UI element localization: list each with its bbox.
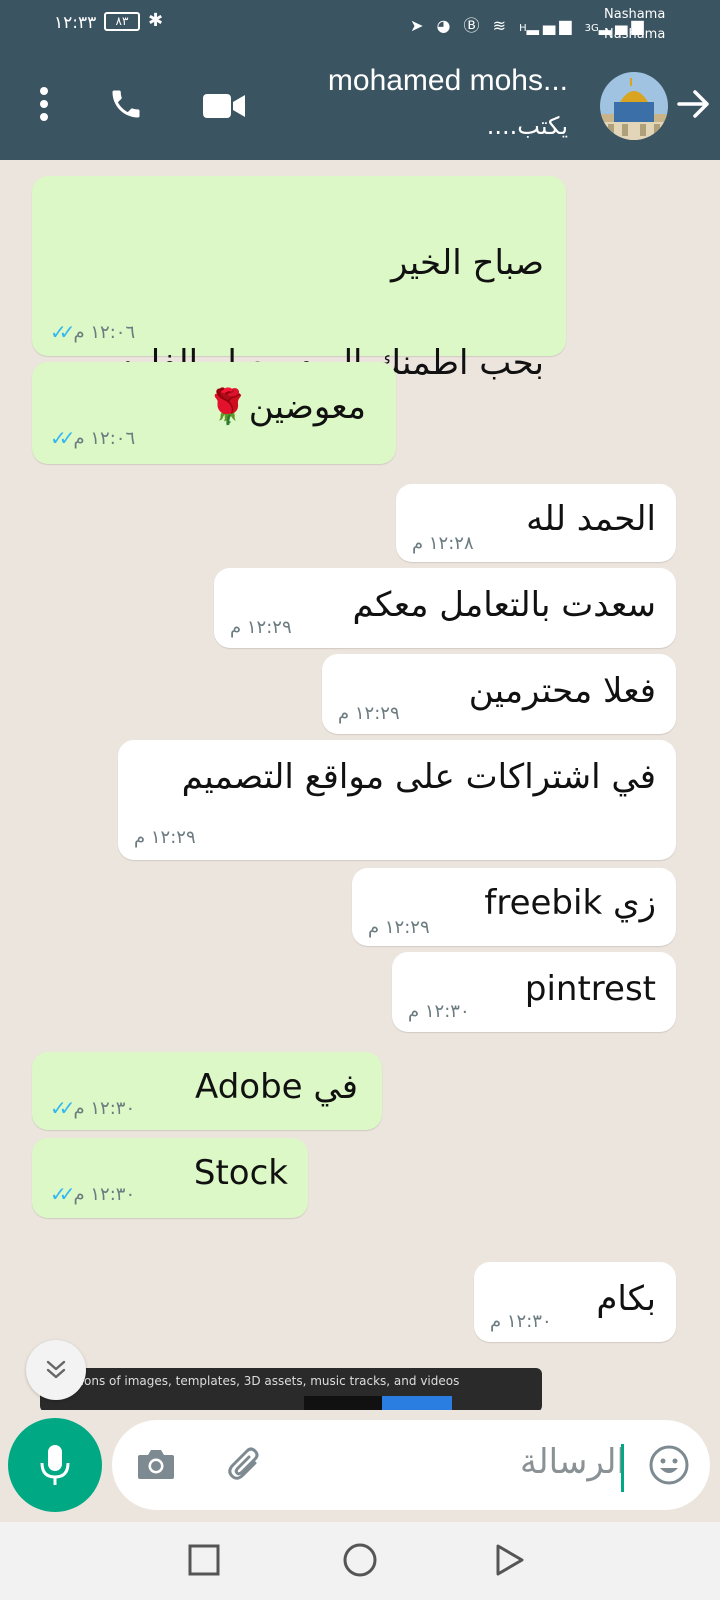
message-time: ١٢:٠٦ م: [73, 427, 136, 449]
link-preview-text: llions of images, templates, 3D assets, …: [74, 1374, 460, 1388]
carrier-labels: Nashama Nashama: [604, 5, 665, 45]
carrier-2: Nashama: [604, 27, 666, 42]
message-time: ١٢:٣٠ م: [408, 1001, 470, 1022]
message-meta: ١٢:٣٠ م: [408, 1001, 470, 1022]
message-bubble-outgoing[interactable]: في Adobe ١٢:٣٠ م ✓✓: [32, 1052, 382, 1130]
text-caret: [621, 1444, 624, 1492]
typing-status: يكتب....: [486, 112, 568, 140]
message-bubble-incoming[interactable]: في اشتراكات على مواقع التصميم ١٢:٢٩ م: [118, 740, 676, 860]
message-text: سعدت بالتعامل معكم: [352, 585, 656, 625]
arrow-icon[interactable]: [674, 84, 714, 124]
read-ticks-icon: ✓✓: [50, 1182, 75, 1206]
message-bubble-incoming[interactable]: زي freebik ١٢:٢٩ م: [352, 868, 676, 946]
camera-icon[interactable]: [134, 1444, 178, 1484]
message-time: ١٢:٣٠ م: [490, 1311, 552, 1332]
message-bubble-incoming[interactable]: بكام ١٢:٣٠ م: [474, 1262, 676, 1342]
status-bar: ١٢:٣٣ ٨٣ ✱ ➤ ◕ Ⓑ ≋ H▂▄▆ 3G▂▄▆ Nashama Na…: [0, 0, 720, 50]
message-text: pintrest: [524, 969, 656, 1009]
battery-icon: ٨٣: [104, 12, 140, 31]
more-vertical-icon[interactable]: [24, 84, 64, 124]
message-time: ١٢:٢٨ م: [412, 533, 474, 554]
message-placeholder: الرسالة: [519, 1442, 626, 1482]
emoji-icon[interactable]: [646, 1442, 692, 1488]
system-nav-bar: [0, 1522, 720, 1600]
message-input[interactable]: الرسالة: [112, 1420, 710, 1510]
message-time: ١٢:٣٠ م: [73, 1097, 136, 1119]
message-meta: ١٢:٢٩ م: [338, 703, 400, 724]
message-time: ١٢:٢٩ م: [134, 827, 196, 848]
message-time: ١٢:٢٩ م: [368, 917, 430, 938]
video-camera-icon[interactable]: [200, 88, 248, 124]
circle-icon[interactable]: [338, 1540, 382, 1580]
preview-button-blue: [382, 1396, 452, 1410]
message-text: بكام: [596, 1279, 656, 1319]
message-text: في اشتراكات على مواقع التصميم: [181, 757, 656, 797]
message-meta: ١٢:٣٠ م ✓✓: [50, 1096, 135, 1120]
signal-h-label: H: [519, 23, 527, 34]
message-text: فعلا محترمين: [468, 671, 656, 711]
message-time: ١٢:٢٩ م: [230, 617, 292, 638]
message-meta: ١٢:٢٨ م: [412, 533, 474, 554]
message-meta: ١٢:٢٩ م: [134, 827, 196, 848]
contact-name[interactable]: mohamed mohs...: [328, 64, 568, 98]
avatar[interactable]: [600, 72, 668, 140]
message-meta: ١٢:٢٩ م: [230, 617, 292, 638]
chat-area[interactable]: صباح الخير بحب اطمنك اليوم وصلو الفلوس ١…: [0, 160, 720, 1410]
message-meta: ١٢:٠٦ م ✓✓: [50, 426, 135, 450]
message-bubble-outgoing[interactable]: صباح الخير بحب اطمنك اليوم وصلو الفلوس ١…: [32, 176, 566, 383]
read-ticks-icon: ✓✓: [50, 320, 75, 344]
message-text: معوضين🌹: [206, 387, 366, 427]
message-time: ١٢:٠٦ م: [73, 321, 136, 343]
message-bubble-incoming[interactable]: الحمد لله ١٢:٢٨ م: [396, 484, 676, 562]
message-bubble-incoming[interactable]: pintrest ١٢:٣٠ م: [392, 952, 676, 1032]
triangle-back-icon[interactable]: [488, 1540, 532, 1580]
preview-button-dark: [304, 1396, 386, 1410]
bluetooth-icon: ✱: [148, 10, 164, 31]
signal-3g-label: 3G: [584, 23, 599, 34]
phone-icon[interactable]: [104, 84, 148, 124]
paperclip-icon[interactable]: [222, 1442, 268, 1488]
message-meta: ١٢:٣٠ م: [490, 1311, 552, 1332]
link-preview-image[interactable]: llions of images, templates, 3D assets, …: [40, 1368, 542, 1410]
message-meta: ١٢:٣٠ م ✓✓: [50, 1182, 135, 1206]
message-text: Stock: [193, 1153, 288, 1193]
chat-header: ١٢:٣٣ ٨٣ ✱ ➤ ◕ Ⓑ ≋ H▂▄▆ 3G▂▄▆ Nashama Na…: [0, 0, 720, 160]
message-bubble-outgoing[interactable]: Stock ١٢:٣٠ م ✓✓: [32, 1138, 308, 1218]
message-line: صباح الخير: [390, 243, 544, 283]
carrier-1: Nashama: [604, 7, 666, 22]
message-text: زي freebik: [484, 883, 656, 923]
microphone-icon[interactable]: [8, 1418, 102, 1512]
message-time: ١٢:٣٠ م: [73, 1183, 136, 1205]
message-text: في Adobe: [195, 1067, 358, 1107]
square-icon[interactable]: [182, 1540, 226, 1580]
message-meta: ١٢:٠٦ م ✓✓: [50, 320, 135, 344]
status-time: ١٢:٣٣: [54, 13, 97, 33]
message-text: الحمد لله: [526, 499, 656, 539]
message-composer: الرسالة: [0, 1410, 720, 1522]
message-time: ١٢:٢٩ م: [338, 703, 400, 724]
message-bubble-incoming[interactable]: سعدت بالتعامل معكم ١٢:٢٩ م: [214, 568, 676, 648]
read-ticks-icon: ✓✓: [50, 426, 75, 450]
message-meta: ١٢:٢٩ م: [368, 917, 430, 938]
double-chevron-down-icon[interactable]: [26, 1340, 86, 1400]
read-ticks-icon: ✓✓: [50, 1096, 75, 1120]
message-bubble-incoming[interactable]: فعلا محترمين ١٢:٢٩ م: [322, 654, 676, 734]
message-bubble-outgoing[interactable]: معوضين🌹 ١٢:٠٦ م ✓✓: [32, 362, 396, 464]
